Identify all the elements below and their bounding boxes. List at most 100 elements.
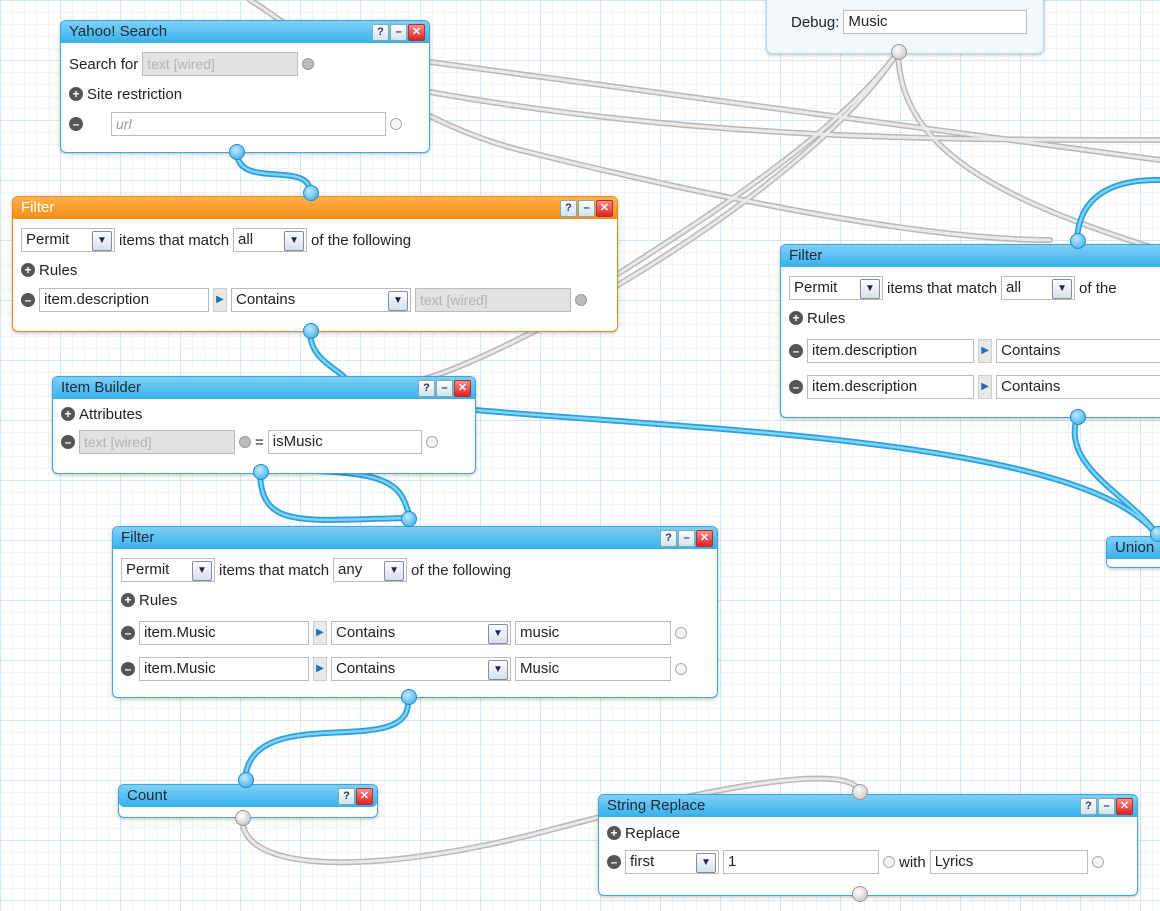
chevron-down-icon[interactable]: ▼ — [284, 231, 305, 251]
rule-field-input[interactable]: item.Music — [139, 621, 309, 645]
filter-module-2[interactable]: Filter ? – ✕ Permit ▼ items that match an… — [112, 526, 718, 698]
string-replace-module[interactable]: String Replace ? – ✕ + Replace – first ▼ … — [598, 794, 1138, 896]
rule-value-terminal[interactable] — [675, 627, 687, 639]
with-value-input[interactable]: Lyrics — [929, 850, 1088, 874]
chevron-down-icon[interactable]: ▼ — [92, 231, 112, 251]
minus-circle-icon[interactable]: – — [121, 662, 135, 676]
filter1-output-port[interactable] — [303, 323, 319, 339]
minus-circle-icon[interactable]: – — [789, 380, 803, 394]
help-button[interactable]: ? — [338, 788, 355, 805]
close-button[interactable]: ✕ — [356, 788, 373, 805]
rule-operator-select[interactable]: Contains — [996, 375, 1160, 399]
chevron-down-icon[interactable]: ▼ — [860, 279, 880, 299]
plus-circle-icon[interactable]: + — [61, 407, 75, 421]
debug-input[interactable]: Music — [843, 10, 1028, 34]
help-button[interactable]: ? — [1080, 798, 1097, 815]
chevron-down-icon[interactable]: ▼ — [1052, 279, 1073, 299]
minus-circle-icon[interactable]: – — [121, 626, 135, 640]
minus-circle-icon[interactable]: – — [607, 855, 621, 869]
attribute-value-terminal[interactable] — [425, 436, 438, 448]
close-button[interactable]: ✕ — [696, 530, 713, 547]
rule-operator-select[interactable]: Contains ▼ — [231, 288, 411, 312]
replace-value-terminal[interactable] — [883, 856, 895, 868]
debug-output-port[interactable] — [891, 44, 907, 60]
help-button[interactable]: ? — [418, 380, 435, 397]
rule-field-input[interactable]: item.description — [807, 339, 975, 363]
match-select[interactable]: all ▼ — [1001, 276, 1076, 300]
plus-circle-icon[interactable]: + — [121, 593, 135, 607]
yahoo-output-port[interactable] — [229, 144, 245, 160]
chevron-down-icon[interactable]: ▼ — [696, 853, 716, 873]
with-value-terminal[interactable] — [1091, 856, 1104, 868]
plus-circle-icon[interactable]: + — [69, 87, 83, 101]
item-builder-module[interactable]: Item Builder ? – ✕ + Attributes – text [… — [52, 376, 476, 474]
plus-circle-icon[interactable]: + — [607, 826, 621, 840]
string-replace-titlebar[interactable]: String Replace ? – ✕ — [599, 795, 1137, 817]
chevron-down-icon[interactable]: ▼ — [192, 561, 212, 581]
permit-select[interactable]: Permit ▼ — [21, 228, 115, 252]
chevron-down-icon[interactable]: ▼ — [384, 561, 405, 581]
rule-field-input[interactable]: item.Music — [139, 657, 309, 681]
string-replace-input-port[interactable] — [852, 784, 868, 800]
filter2-input-port[interactable] — [401, 511, 417, 527]
union-titlebar[interactable]: Union — [1107, 537, 1160, 559]
chevron-down-icon[interactable]: ▼ — [388, 291, 408, 311]
filter-titlebar[interactable]: Filter ? – ✕ — [13, 197, 617, 219]
close-button[interactable]: ✕ — [596, 200, 613, 217]
rule-value-input[interactable]: music — [515, 621, 671, 645]
url-input[interactable]: url — [111, 112, 386, 136]
minus-circle-icon[interactable]: – — [21, 293, 35, 307]
minus-circle-icon[interactable]: – — [69, 117, 83, 131]
which-select[interactable]: first ▼ — [625, 850, 719, 874]
rule-operator-select[interactable]: Contains ▼ — [331, 621, 511, 645]
filter-titlebar[interactable]: Filter — [781, 245, 1160, 267]
union-input-port[interactable] — [1150, 526, 1160, 542]
triangle-right-icon[interactable]: ▶ — [313, 657, 327, 681]
attribute-value-input[interactable]: isMusic — [267, 430, 422, 454]
minimize-button[interactable]: – — [436, 380, 453, 397]
match-select[interactable]: all ▼ — [233, 228, 308, 252]
rule-value-terminal[interactable] — [575, 294, 587, 306]
permit-select[interactable]: Permit ▼ — [789, 276, 883, 300]
match-select[interactable]: any ▼ — [333, 558, 408, 582]
filter2-output-port[interactable] — [401, 689, 417, 705]
rule-field-input[interactable]: item.description — [807, 375, 975, 399]
help-button[interactable]: ? — [372, 24, 389, 41]
rule-value-input[interactable]: Music — [515, 657, 671, 681]
help-button[interactable]: ? — [660, 530, 677, 547]
rule-value-terminal[interactable] — [675, 663, 687, 675]
plus-circle-icon[interactable]: + — [21, 263, 35, 277]
filter-module-3[interactable]: Filter Permit ▼ items that match all ▼ of … — [780, 244, 1160, 418]
yahoo-search-module[interactable]: Yahoo! Search ? – ✕ Search for text [wir… — [60, 20, 430, 153]
filter-module-1[interactable]: Filter ? – ✕ Permit ▼ items that match al… — [12, 196, 618, 332]
filter1-input-port[interactable] — [303, 185, 319, 201]
replace-value-input[interactable]: 1 — [723, 850, 879, 874]
permit-select[interactable]: Permit ▼ — [121, 558, 215, 582]
minimize-button[interactable]: – — [678, 530, 695, 547]
yahoo-search-titlebar[interactable]: Yahoo! Search ? – ✕ — [61, 21, 429, 43]
close-button[interactable]: ✕ — [1116, 798, 1133, 815]
minus-circle-icon[interactable]: – — [789, 344, 803, 358]
chevron-down-icon[interactable]: ▼ — [488, 624, 508, 644]
item-builder-output-port[interactable] — [253, 464, 269, 480]
filter3-output-port[interactable] — [1070, 409, 1086, 425]
triangle-right-icon[interactable]: ▶ — [213, 288, 227, 312]
filter-titlebar[interactable]: Filter ? – ✕ — [113, 527, 717, 549]
help-button[interactable]: ? — [560, 200, 577, 217]
count-titlebar[interactable]: Count ? ✕ — [119, 785, 377, 807]
attribute-key-terminal[interactable] — [239, 436, 251, 448]
union-module[interactable]: Union — [1106, 536, 1160, 568]
triangle-right-icon[interactable]: ▶ — [978, 375, 993, 399]
triangle-right-icon[interactable]: ▶ — [313, 621, 327, 645]
close-button[interactable]: ✕ — [454, 380, 471, 397]
close-button[interactable]: ✕ — [408, 24, 425, 41]
string-replace-output-port[interactable] — [852, 886, 868, 902]
minimize-button[interactable]: – — [390, 24, 407, 41]
item-builder-titlebar[interactable]: Item Builder ? – ✕ — [53, 377, 475, 399]
minimize-button[interactable]: – — [578, 200, 595, 217]
url-terminal[interactable] — [390, 118, 402, 130]
minimize-button[interactable]: – — [1098, 798, 1115, 815]
triangle-right-icon[interactable]: ▶ — [978, 339, 993, 363]
rule-field-input[interactable]: item.description — [39, 288, 209, 312]
minus-circle-icon[interactable]: – — [61, 435, 75, 449]
